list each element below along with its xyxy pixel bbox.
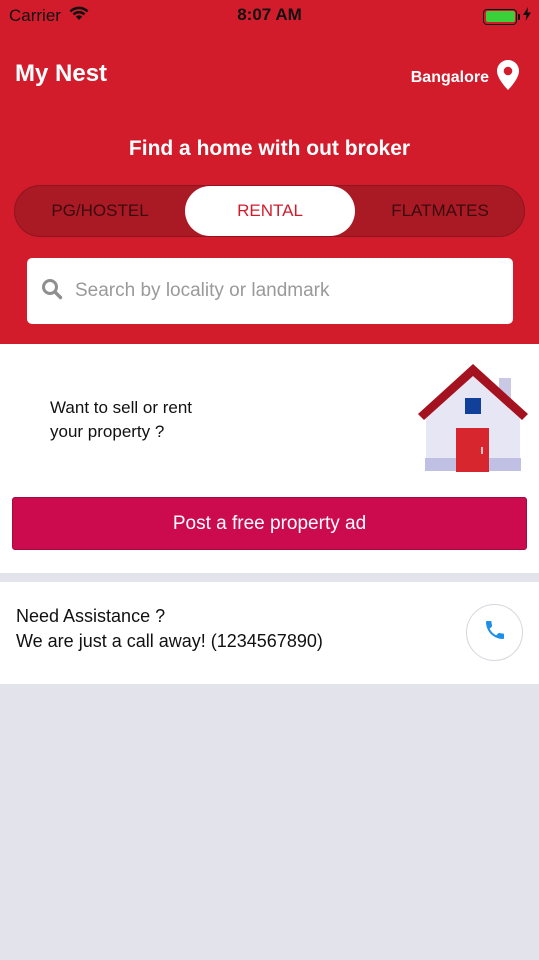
status-bar: Carrier 8:07 AM [0, 0, 539, 30]
app-title: My Nest [15, 60, 108, 87]
post-property-ad-button[interactable]: Post a free property ad [12, 497, 527, 550]
search-icon [41, 278, 63, 305]
sell-prompt-line1: Want to sell or rent [50, 398, 193, 417]
charging-bolt-icon [523, 7, 531, 26]
call-button[interactable] [466, 604, 523, 661]
location-pin-icon [497, 60, 519, 95]
search-box[interactable] [27, 258, 513, 324]
sell-prompt-line2: your property ? [50, 422, 165, 441]
category-tabs: PG/HOSTEL RENTAL FLATMATES [14, 185, 525, 237]
assistance-text: Need Assistance ? We are just a call awa… [16, 604, 323, 654]
assistance-card: Need Assistance ? We are just a call awa… [0, 582, 539, 684]
status-time: 8:07 AM [237, 5, 302, 24]
tab-flatmates[interactable]: FLATMATES [355, 186, 525, 236]
tab-rental[interactable]: RENTAL [185, 186, 355, 236]
assistance-line1: Need Assistance ? [16, 606, 166, 626]
city-label: Bangalore [410, 68, 489, 86]
sell-prompt: Want to sell or rent your property ? [50, 396, 310, 444]
tab-pg-hostel[interactable]: PG/HOSTEL [15, 186, 185, 236]
house-icon [418, 364, 528, 479]
tagline: Find a home with out broker [128, 137, 411, 160]
city-selector[interactable]: Bangalore [411, 60, 519, 95]
search-input[interactable] [75, 280, 495, 302]
battery-icon [483, 7, 531, 26]
assistance-line2: We are just a call away! (1234567890) [16, 631, 323, 651]
phone-icon [483, 618, 507, 647]
